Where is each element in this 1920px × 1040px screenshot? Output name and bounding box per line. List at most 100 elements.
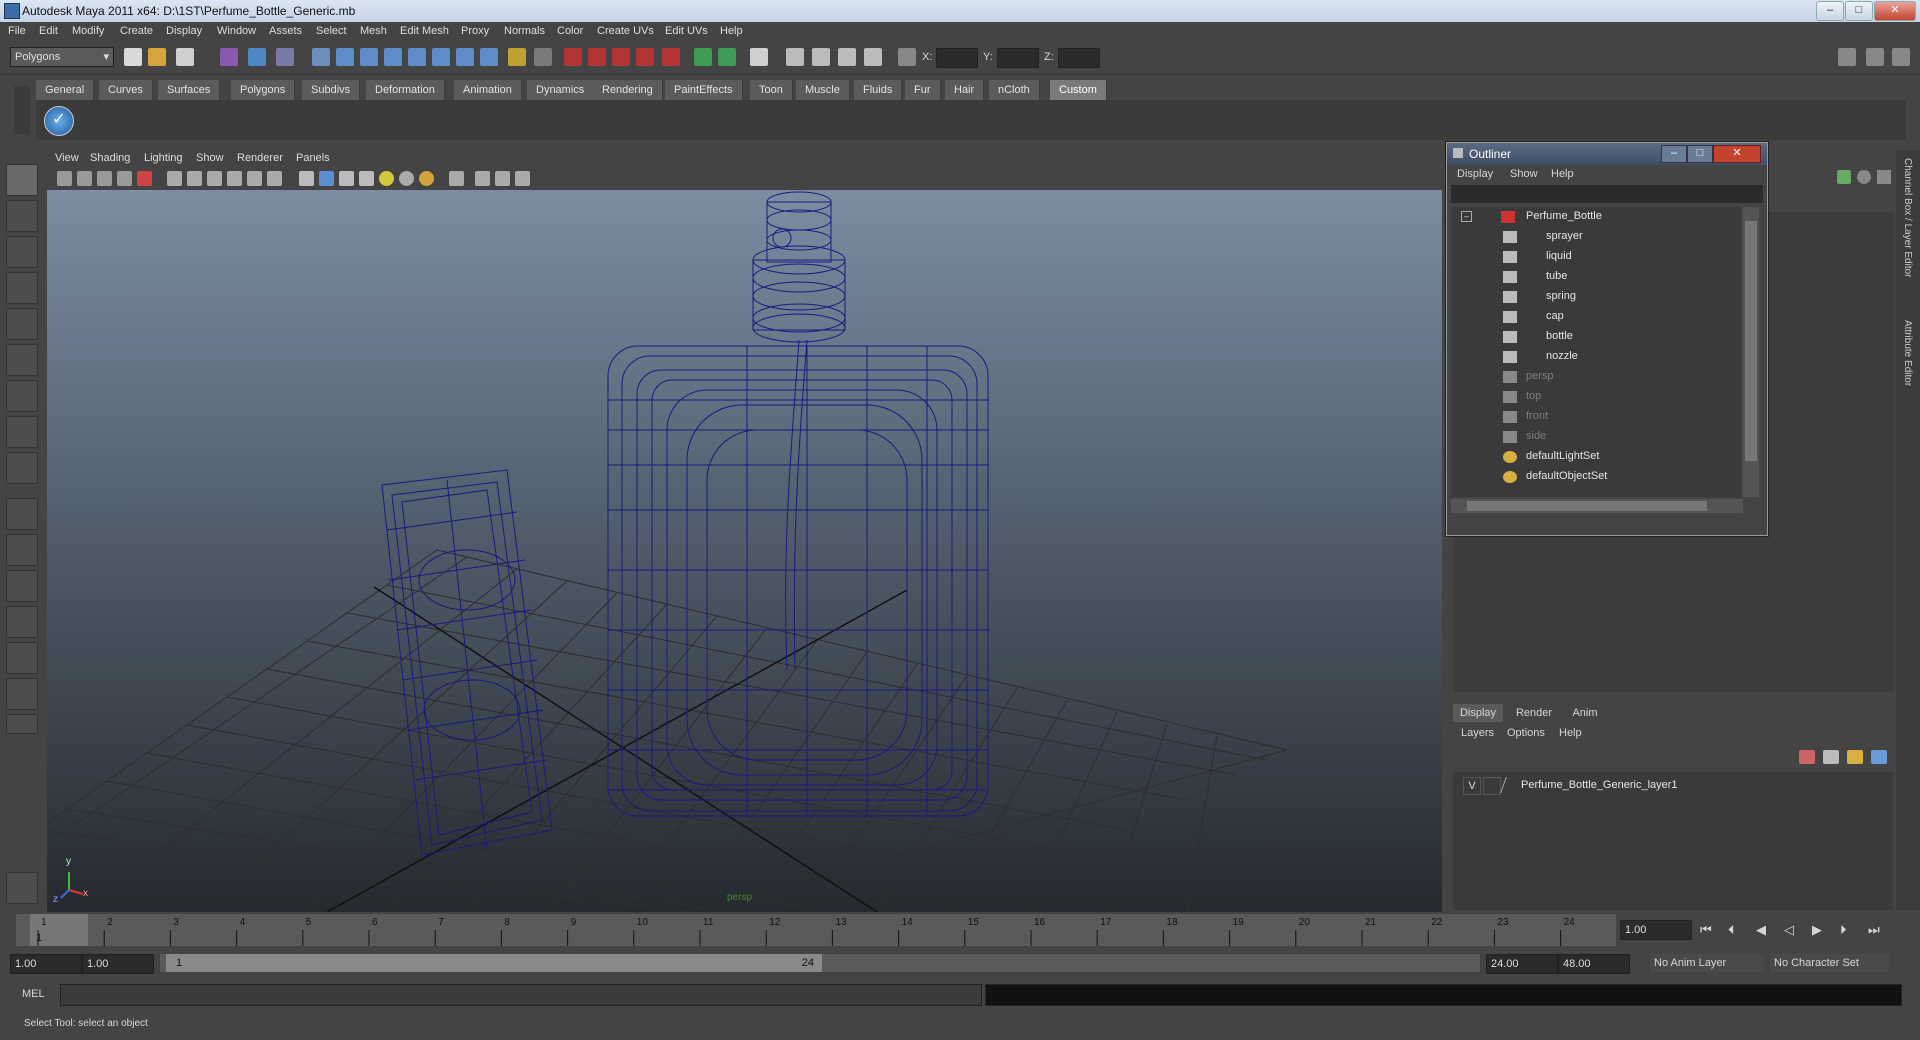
side-tab-channel-box[interactable]: Channel Box / Layer Editor <box>1902 158 1913 278</box>
outliner-search-field[interactable] <box>1451 185 1763 203</box>
outliner-item-perfume-bottle[interactable]: Perfume_Bottle <box>1451 207 1741 227</box>
side-tab-attribute-editor[interactable]: Attribute Editor <box>1902 320 1913 386</box>
outliner-item-side[interactable]: side <box>1451 427 1741 447</box>
single-view-icon[interactable] <box>6 498 38 530</box>
remove-from-layer-icon[interactable] <box>1871 750 1887 764</box>
outliner-item-liquid[interactable]: liquid <box>1451 247 1741 267</box>
vp-menu-renderer[interactable]: Renderer <box>237 152 283 164</box>
outliner-layout-icon[interactable] <box>6 570 38 602</box>
resolution-gate-icon[interactable] <box>187 171 202 186</box>
vp-menu-show[interactable]: Show <box>196 152 224 164</box>
smooth-shade-icon[interactable] <box>319 171 334 186</box>
z-field[interactable] <box>1058 48 1100 68</box>
go-to-start-icon[interactable]: ⏮ <box>1700 922 1712 938</box>
mental-ray-icon[interactable] <box>6 872 38 904</box>
camera-select-icon[interactable] <box>57 171 72 186</box>
scrollbar-thumb[interactable] <box>1745 221 1757 461</box>
camera-attr-icon[interactable] <box>77 171 92 186</box>
shelf-tab-animation[interactable]: Animation <box>454 80 522 100</box>
select-component-icon[interactable] <box>276 48 294 66</box>
bookmark-icon[interactable] <box>97 171 112 186</box>
outliner-maximize-button[interactable]: □ <box>1687 145 1713 163</box>
mel-label[interactable]: MEL <box>22 988 45 1000</box>
outliner-item-default-object-set[interactable]: defaultObjectSet <box>1451 467 1741 487</box>
default-light-icon[interactable] <box>379 171 394 186</box>
last-tool-icon[interactable] <box>6 452 38 484</box>
layer-color-swatch[interactable] <box>1500 777 1517 793</box>
layer-menu-options[interactable]: Options <box>1507 727 1545 739</box>
menu-mesh[interactable]: Mesh <box>360 25 387 37</box>
render-settings-icon[interactable] <box>612 48 630 66</box>
input-line-icon[interactable] <box>750 48 768 66</box>
menu-proxy[interactable]: Proxy <box>461 25 489 37</box>
move-selected-to-layer-icon[interactable] <box>1847 750 1863 764</box>
layers-icon[interactable] <box>1857 170 1871 184</box>
mode-selector[interactable]: Polygons ▾ <box>10 47 114 67</box>
tool-settings-toggle-icon[interactable] <box>1866 48 1884 66</box>
hypergraph-icon[interactable] <box>838 48 856 66</box>
shelf-tab-muscle[interactable]: Muscle <box>796 80 850 100</box>
menu-display[interactable]: Display <box>166 25 202 37</box>
outliner-item-spring[interactable]: spring <box>1451 287 1741 307</box>
layout-options-icon[interactable] <box>6 714 38 734</box>
outliner-item-bottle[interactable]: bottle <box>1451 327 1741 347</box>
absolute-transform-icon[interactable] <box>898 48 916 66</box>
graph-layout-icon[interactable] <box>6 606 38 638</box>
menu-create-uvs[interactable]: Create UVs <box>597 25 654 37</box>
layer-tab-render[interactable]: Render <box>1509 704 1559 722</box>
outliner-vertical-scrollbar[interactable] <box>1743 207 1759 497</box>
wireframe-on-shaded-icon[interactable] <box>339 171 354 186</box>
outliner-close-button[interactable]: ✕ <box>1713 145 1761 163</box>
outliner-item-default-light-set[interactable]: defaultLightSet <box>1451 447 1741 467</box>
four-view-icon[interactable] <box>6 534 38 566</box>
image-plane-icon[interactable] <box>117 171 132 186</box>
lasso-tool-icon[interactable] <box>6 200 38 232</box>
safe-action-icon[interactable] <box>247 171 262 186</box>
move-tool-icon[interactable] <box>6 272 38 304</box>
render-icon[interactable] <box>564 48 582 66</box>
wireframe-icon[interactable] <box>299 171 314 186</box>
shelf-tab-fur[interactable]: Fur <box>905 80 941 100</box>
field-chart-icon[interactable] <box>227 171 242 186</box>
anim-end-field[interactable]: 24.00 <box>1486 954 1558 974</box>
hypershade-layout-icon[interactable] <box>6 642 38 674</box>
hypershade-icon[interactable] <box>636 48 654 66</box>
snap-grid-icon[interactable] <box>336 48 354 66</box>
gate-mask-icon[interactable] <box>207 171 222 186</box>
vp-menu-shading[interactable]: Shading <box>90 152 130 164</box>
render-layout-icon[interactable] <box>6 678 38 710</box>
isolate-select-icon[interactable] <box>449 171 464 186</box>
shelf-tab-fluids[interactable]: Fluids <box>854 80 903 100</box>
shelf-tab-polygons[interactable]: Polygons <box>231 80 296 100</box>
select-tool-icon[interactable] <box>6 164 38 196</box>
anim-start-field[interactable]: 1.00 <box>82 954 154 974</box>
layer-menu-layers[interactable]: Layers <box>1461 727 1494 739</box>
menu-edit-uvs[interactable]: Edit UVs <box>665 25 708 37</box>
current-time-field[interactable]: 1.00 <box>1620 920 1692 940</box>
time-slider-track[interactable]: 1 1 2 3 4 5 6 7 8 9 10 11 12 13 14 15 16 17 18 19 20 21 22 23 2… <box>16 914 1616 946</box>
shelf-tab-painteffects[interactable]: PaintEffects <box>665 80 743 100</box>
start-time-field[interactable]: 1.00 <box>10 954 82 974</box>
paint-select-icon[interactable] <box>6 236 38 268</box>
ipr-render-icon[interactable] <box>588 48 606 66</box>
edit-icon[interactable] <box>1877 170 1891 184</box>
layer-menu-help[interactable]: Help <box>1559 727 1582 739</box>
shelf-tab-hair[interactable]: Hair <box>945 80 985 100</box>
maximize-button[interactable]: □ <box>1845 1 1873 21</box>
construction-icon[interactable] <box>694 48 712 66</box>
menu-modify[interactable]: Modify <box>72 25 104 37</box>
h-scrollbar-thumb[interactable] <box>1467 501 1707 511</box>
channel-box-toggle-icon[interactable] <box>1892 48 1910 66</box>
new-scene-icon[interactable] <box>124 48 142 66</box>
character-set-dropdown[interactable]: No Character Set <box>1770 954 1889 972</box>
menu-edit[interactable]: Edit <box>39 25 58 37</box>
rotate-tool-icon[interactable] <box>6 308 38 340</box>
outliner-item-top[interactable]: top <box>1451 387 1741 407</box>
step-forward-frame-icon[interactable]: ⏵ <box>1840 922 1847 938</box>
snap-point-icon[interactable] <box>384 48 402 66</box>
grid-toggle-icon[interactable] <box>137 171 152 186</box>
textured-icon[interactable] <box>359 171 374 186</box>
perspective-viewport[interactable]: y x z persp <box>47 190 1442 912</box>
shelf-tab-custom[interactable]: Custom <box>1050 80 1107 100</box>
outliner-minimize-button[interactable]: – <box>1661 145 1687 163</box>
